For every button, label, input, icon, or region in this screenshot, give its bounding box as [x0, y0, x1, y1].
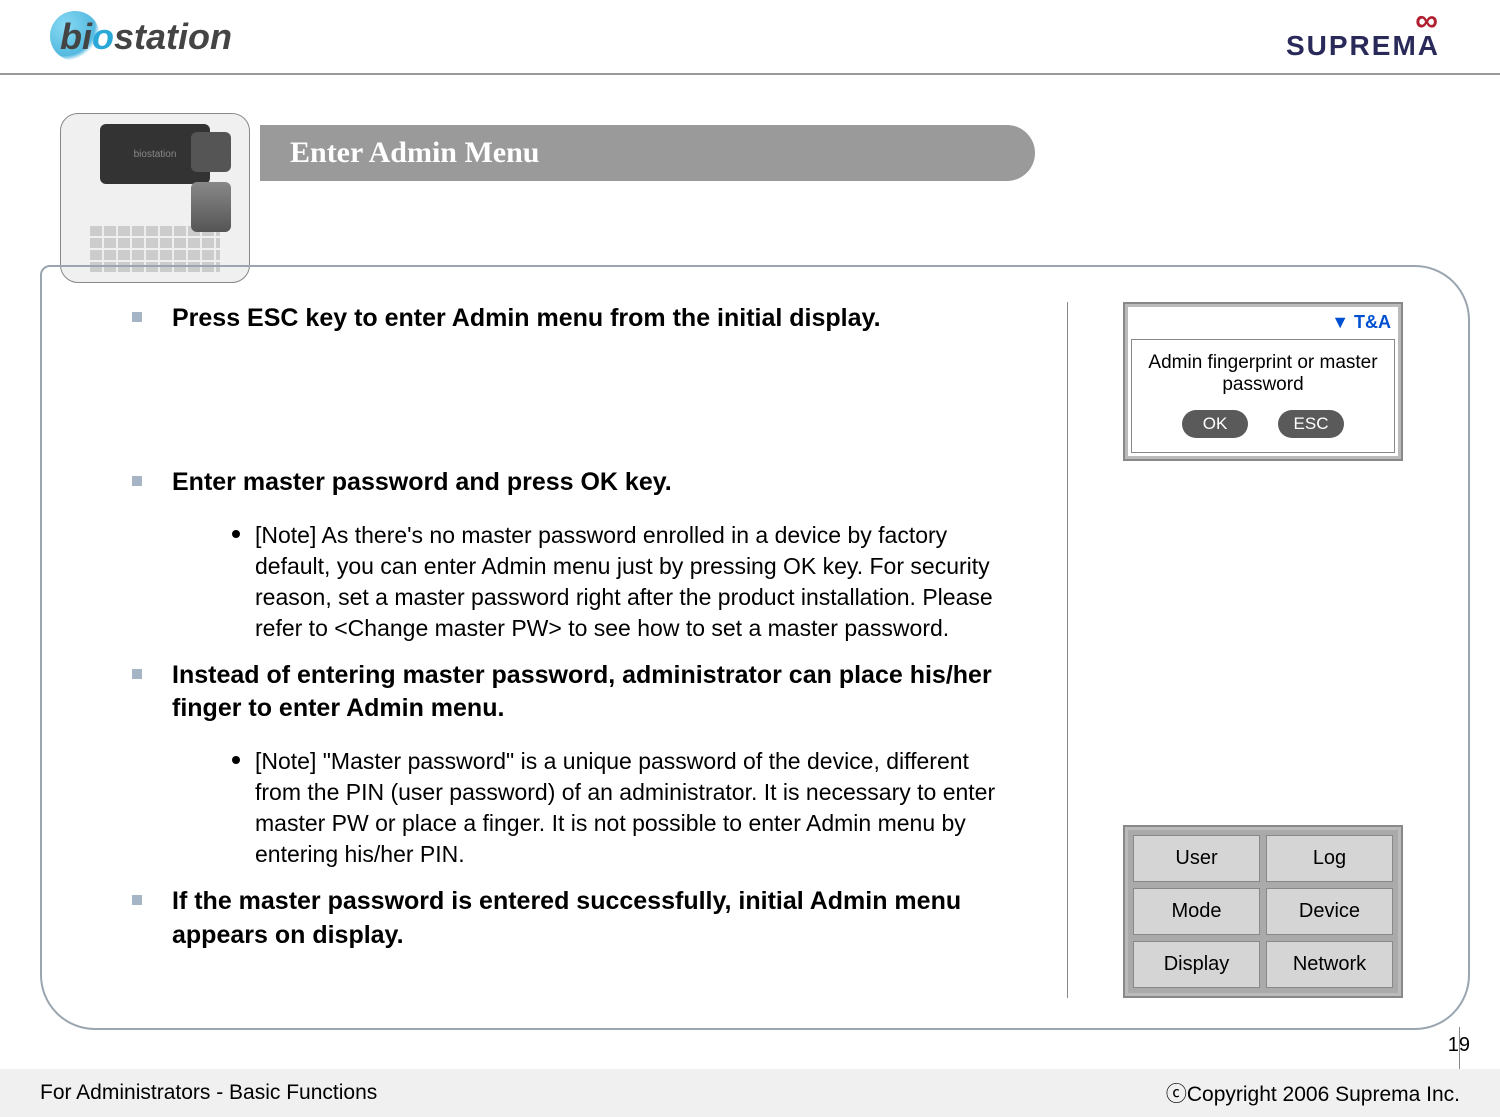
bullet-text: Enter master password and press OK key. — [172, 466, 672, 500]
square-bullet-icon — [132, 895, 142, 905]
sub-bullet-item: [Note] "Master password" is a unique pas… — [232, 746, 1007, 870]
instructions-column: Press ESC key to enter Admin menu from t… — [132, 302, 1027, 998]
square-bullet-icon — [132, 312, 142, 322]
bullet-item: If the master password is entered succes… — [132, 885, 1007, 953]
menu-item-user[interactable]: User — [1133, 835, 1260, 882]
vertical-divider — [1067, 302, 1068, 998]
menu-item-log[interactable]: Log — [1266, 835, 1393, 882]
biostation-logo: biostation — [60, 16, 232, 58]
section-title-bar: Enter Admin Menu — [260, 125, 1035, 181]
esc-button[interactable]: ESC — [1278, 410, 1344, 438]
auth-prompt-text: Admin fingerprint or master password — [1140, 352, 1386, 396]
sub-bullet-text: [Note] "Master password" is a unique pas… — [255, 746, 1007, 870]
square-bullet-icon — [132, 476, 142, 486]
menu-item-network[interactable]: Network — [1266, 941, 1393, 988]
device-screen-auth: ▼ T&A Admin fingerprint or master passwo… — [1123, 302, 1403, 461]
dot-bullet-icon — [232, 756, 240, 764]
footer-right-text: ⓒCopyright 2006 Suprema Inc. — [1166, 1078, 1460, 1108]
menu-item-device[interactable]: Device — [1266, 888, 1393, 935]
bullet-item: Enter master password and press OK key. — [132, 466, 1007, 500]
page-footer: For Administrators - Basic Functions ⓒCo… — [0, 1069, 1500, 1117]
bullet-item: Press ESC key to enter Admin menu from t… — [132, 302, 1007, 336]
device-preview-column: ▼ T&A Admin fingerprint or master passwo… — [1108, 302, 1418, 998]
content-panel: Press ESC key to enter Admin menu from t… — [40, 265, 1470, 1030]
device-screen-admin-menu: User Log Mode Device Display Network — [1123, 825, 1403, 998]
footer-left-text: For Administrators - Basic Functions — [40, 1081, 377, 1105]
page-header: biostation SUPREMA — [0, 0, 1500, 75]
suprema-logo: SUPREMA — [1286, 11, 1440, 62]
device-thumbnail — [60, 113, 250, 283]
dot-bullet-icon — [232, 530, 240, 538]
ok-button[interactable]: OK — [1182, 410, 1248, 438]
menu-item-display[interactable]: Display — [1133, 941, 1260, 988]
bullet-item: Instead of entering master password, adm… — [132, 659, 1007, 727]
page-number: 19 — [1448, 1034, 1470, 1057]
section-title: Enter Admin Menu — [290, 136, 539, 170]
square-bullet-icon — [132, 669, 142, 679]
sub-bullet-item: [Note] As there's no master password enr… — [232, 520, 1007, 644]
bullet-text: Instead of entering master password, adm… — [172, 659, 1007, 727]
bullet-text: If the master password is entered succes… — [172, 885, 1007, 953]
tna-indicator: ▼ T&A — [1129, 308, 1397, 337]
menu-item-mode[interactable]: Mode — [1133, 888, 1260, 935]
bullet-text: Press ESC key to enter Admin menu from t… — [172, 302, 881, 336]
sub-bullet-text: [Note] As there's no master password enr… — [255, 520, 1007, 644]
